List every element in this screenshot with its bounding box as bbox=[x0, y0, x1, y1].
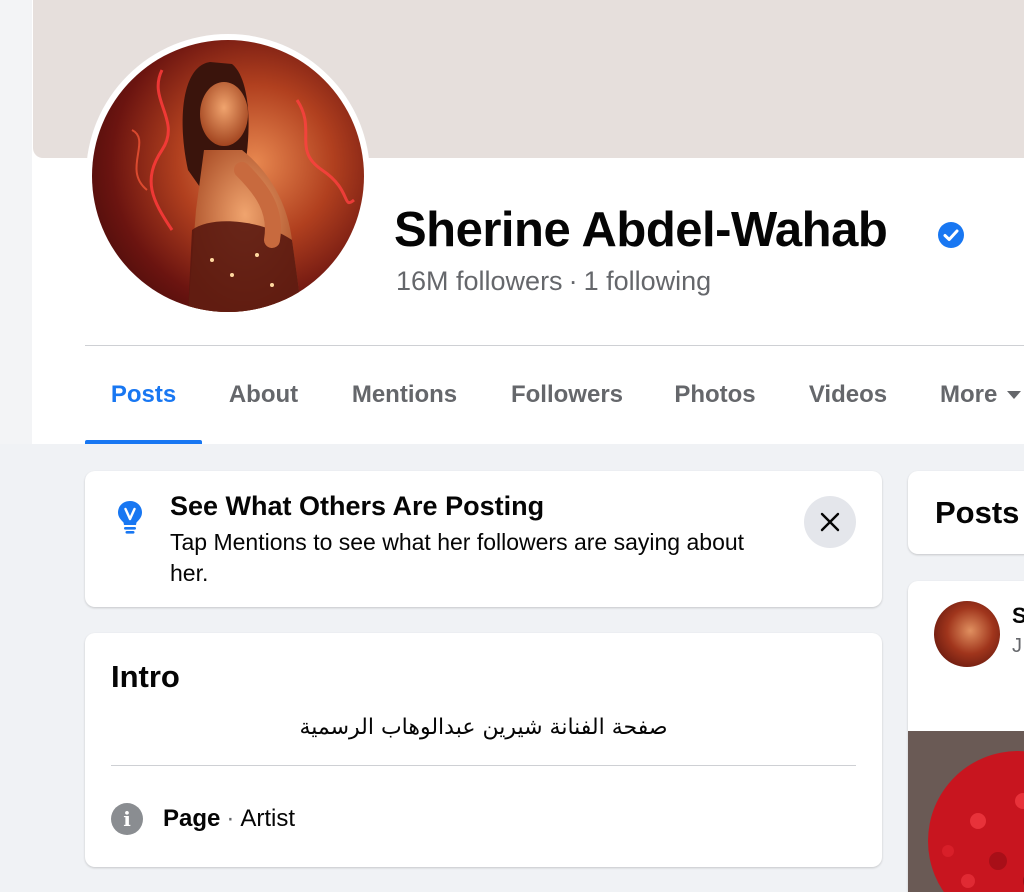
posts-title: Posts bbox=[935, 495, 1020, 530]
stats-separator: · bbox=[568, 266, 578, 296]
post-author-name[interactable]: S bbox=[1012, 603, 1024, 629]
tab-videos-label: Videos bbox=[808, 381, 888, 408]
info-icon: i bbox=[111, 803, 143, 835]
close-icon bbox=[820, 512, 840, 532]
posts-header-card: Posts bbox=[908, 471, 1024, 554]
caret-down-icon bbox=[1007, 391, 1022, 399]
close-tip-button[interactable] bbox=[804, 496, 856, 548]
followers-count-link[interactable]: 16M followers bbox=[396, 266, 563, 296]
intro-divider bbox=[111, 765, 856, 766]
tab-posts-label: Posts bbox=[110, 381, 177, 408]
mentions-tip-card: See What Others Are Posting Tap Mentions… bbox=[85, 471, 882, 607]
tab-followers[interactable]: Followers bbox=[499, 346, 635, 444]
tab-followers-label: Followers bbox=[510, 381, 624, 408]
tab-mentions[interactable]: Mentions bbox=[341, 346, 468, 444]
tip-title: See What Others Are Posting bbox=[170, 491, 545, 521]
post-photo bbox=[908, 731, 1024, 892]
tab-photos-label: Photos bbox=[674, 381, 756, 408]
tab-posts[interactable]: Posts bbox=[85, 346, 202, 444]
active-tab-indicator bbox=[85, 440, 202, 444]
verified-badge-icon bbox=[938, 222, 964, 248]
tab-more[interactable]: More bbox=[940, 346, 1024, 444]
post-date[interactable]: J bbox=[1012, 635, 1022, 658]
tab-videos[interactable]: Videos bbox=[799, 346, 897, 444]
tab-more-label: More bbox=[940, 381, 998, 408]
page-category-separator: · bbox=[226, 805, 235, 832]
tab-mentions-label: Mentions bbox=[351, 381, 458, 408]
post-image[interactable] bbox=[908, 731, 1024, 892]
intro-bio: صفحة الفنانة شيرين عبدالوهاب الرسمية bbox=[299, 715, 668, 740]
profile-tabs: Posts About Mentions Followers Photos Vi… bbox=[85, 346, 1024, 444]
tab-about-label: About bbox=[228, 381, 299, 408]
page-category: Page · Artist bbox=[163, 805, 295, 833]
following-count-link[interactable]: 1 following bbox=[584, 266, 712, 296]
tip-body: Tap Mentions to see what her followers a… bbox=[170, 529, 745, 586]
lightbulb-icon bbox=[118, 501, 142, 534]
profile-name: Sherine Abdel-Wahab bbox=[394, 203, 888, 257]
follow-stats: 16M followers · 1 following bbox=[396, 266, 711, 297]
avatar-photo bbox=[131, 62, 355, 312]
left-gutter bbox=[0, 0, 32, 444]
post-author-avatar[interactable] bbox=[934, 601, 1000, 667]
profile-avatar[interactable] bbox=[92, 40, 364, 312]
post-card: S J bbox=[908, 581, 1024, 892]
category-label[interactable]: Artist bbox=[240, 805, 295, 832]
tab-about[interactable]: About bbox=[216, 346, 311, 444]
page-label: Page bbox=[163, 805, 221, 832]
intro-title: Intro bbox=[111, 659, 180, 694]
tab-photos[interactable]: Photos bbox=[665, 346, 765, 444]
intro-card: Intro صفحة الفنانة شيرين عبدالوهاب الرسم… bbox=[85, 633, 882, 867]
